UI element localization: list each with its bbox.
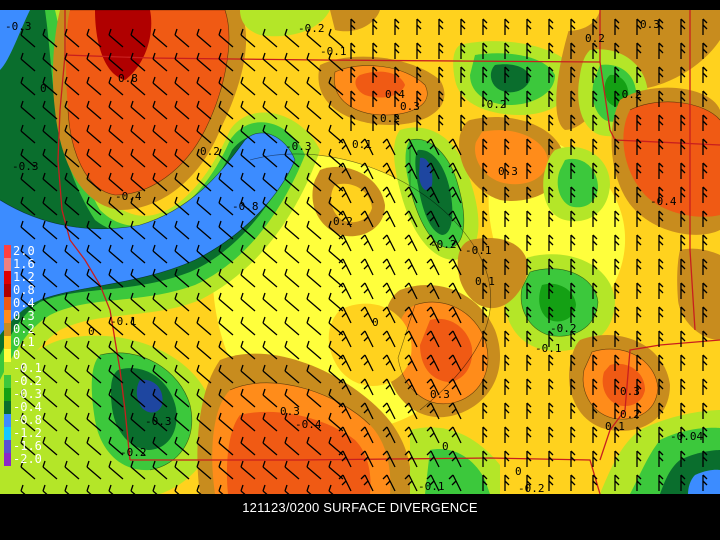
legend-swatch [4, 440, 11, 453]
contour-label: 0.2 [585, 32, 605, 45]
legend-entry: -2.0 [4, 452, 48, 466]
contour-label: -0.3 [285, 140, 312, 153]
contour-label: -0.1 [110, 315, 137, 328]
legend-label: -0.4 [13, 400, 42, 414]
contour-label: -0.4 [650, 195, 677, 208]
legend-label: 1.6 [13, 257, 35, 271]
legend-swatch [4, 362, 11, 375]
contour-label: -0.1 [320, 45, 347, 58]
contour-label: -0.3 [5, 20, 32, 33]
contour-label: -0.1 [465, 244, 492, 257]
contour-label: -0.1 [535, 342, 562, 355]
contour-label: 0.1 [475, 275, 495, 288]
legend-swatch [4, 375, 11, 388]
legend-label: -1.6 [13, 439, 42, 453]
contour-label: 0.1 [352, 138, 372, 151]
legend-label: 0.3 [13, 309, 35, 323]
legend-swatch [4, 258, 11, 271]
color-legend: 2.0 1.6 1.2 0.8 0.4 0.3 0.2 0.1 0 -0.1 -0.2 -0.3 -0.… [4, 244, 48, 466]
legend-label: 0.4 [13, 296, 35, 310]
contour-label: 0.1 [605, 420, 625, 433]
contour-label: -0.2 [430, 238, 457, 251]
legend-label: -2.0 [13, 452, 42, 466]
contour-label: -0.4 [115, 190, 142, 203]
chart-title: 121123/0200 SURFACE DIVERGENCE [242, 500, 478, 515]
contour-label: 0.8 [118, 72, 138, 85]
contour-label: -0.2 [298, 22, 325, 35]
legend-swatch [4, 453, 11, 466]
contour-label: -0.04 [670, 430, 703, 443]
contour-label: -0.2 [480, 98, 507, 111]
legend-swatch [4, 284, 11, 297]
contour-label: 0.2 [200, 145, 220, 158]
contour-label: 0 [442, 440, 449, 453]
contour-label: -0.2 [518, 482, 545, 494]
legend-swatch [4, 323, 11, 336]
divergence-map: -0.3 -0.2 -0.1 0.8 0 0.4 0.3 0.2 -0.2 -0… [0, 10, 720, 494]
legend-swatch [4, 271, 11, 284]
legend-swatch [4, 336, 11, 349]
contour-label: -0.2 [550, 322, 577, 335]
legend-label: -0.1 [13, 361, 42, 375]
contour-label: -0.3 [145, 415, 172, 428]
legend-label: -1.2 [13, 426, 42, 440]
contour-label: 0.3 [280, 405, 300, 418]
contour-label: 0 [88, 325, 95, 338]
legend-label: 0.8 [13, 283, 35, 297]
contour-label: 0.3 [430, 388, 450, 401]
legend-label: 2.0 [13, 244, 35, 258]
legend-label: 0.1 [13, 335, 35, 349]
contour-label: -0.2 [615, 88, 642, 101]
legend-label: 1.2 [13, 270, 35, 284]
contour-label: 0 [515, 465, 522, 478]
legend-label: -0.3 [13, 387, 42, 401]
legend-swatch [4, 414, 11, 427]
contour-label: 0.3 [620, 385, 640, 398]
contour-label: 0.2 [380, 112, 400, 125]
contour-label: -0.8 [232, 200, 259, 213]
contour-label: 0.3 [498, 165, 518, 178]
legend-swatch [4, 427, 11, 440]
legend-label: -0.8 [13, 413, 42, 427]
contour-label: 0.3 [400, 100, 420, 113]
contour-label: -0.3 [12, 160, 39, 173]
legend-swatch [4, 401, 11, 414]
legend-swatch [4, 349, 11, 362]
contour-label: -0.4 [295, 418, 322, 431]
contour-label: 0 [40, 82, 47, 95]
legend-swatch [4, 245, 11, 258]
contour-label: 0.2 [333, 215, 353, 228]
legend-swatch [4, 388, 11, 401]
legend-swatch [4, 297, 11, 310]
legend-label: -0.2 [13, 374, 42, 388]
contour-label: -0.1 [418, 480, 445, 493]
legend-entry: 0.1 [4, 335, 48, 349]
legend-swatch [4, 310, 11, 323]
legend-label: 0 [13, 348, 21, 362]
legend-label: 0.2 [13, 322, 35, 336]
contour-label: 0 [372, 316, 379, 329]
contour-label: 0.3 [640, 18, 660, 31]
contour-label: -0.2 [120, 446, 147, 459]
